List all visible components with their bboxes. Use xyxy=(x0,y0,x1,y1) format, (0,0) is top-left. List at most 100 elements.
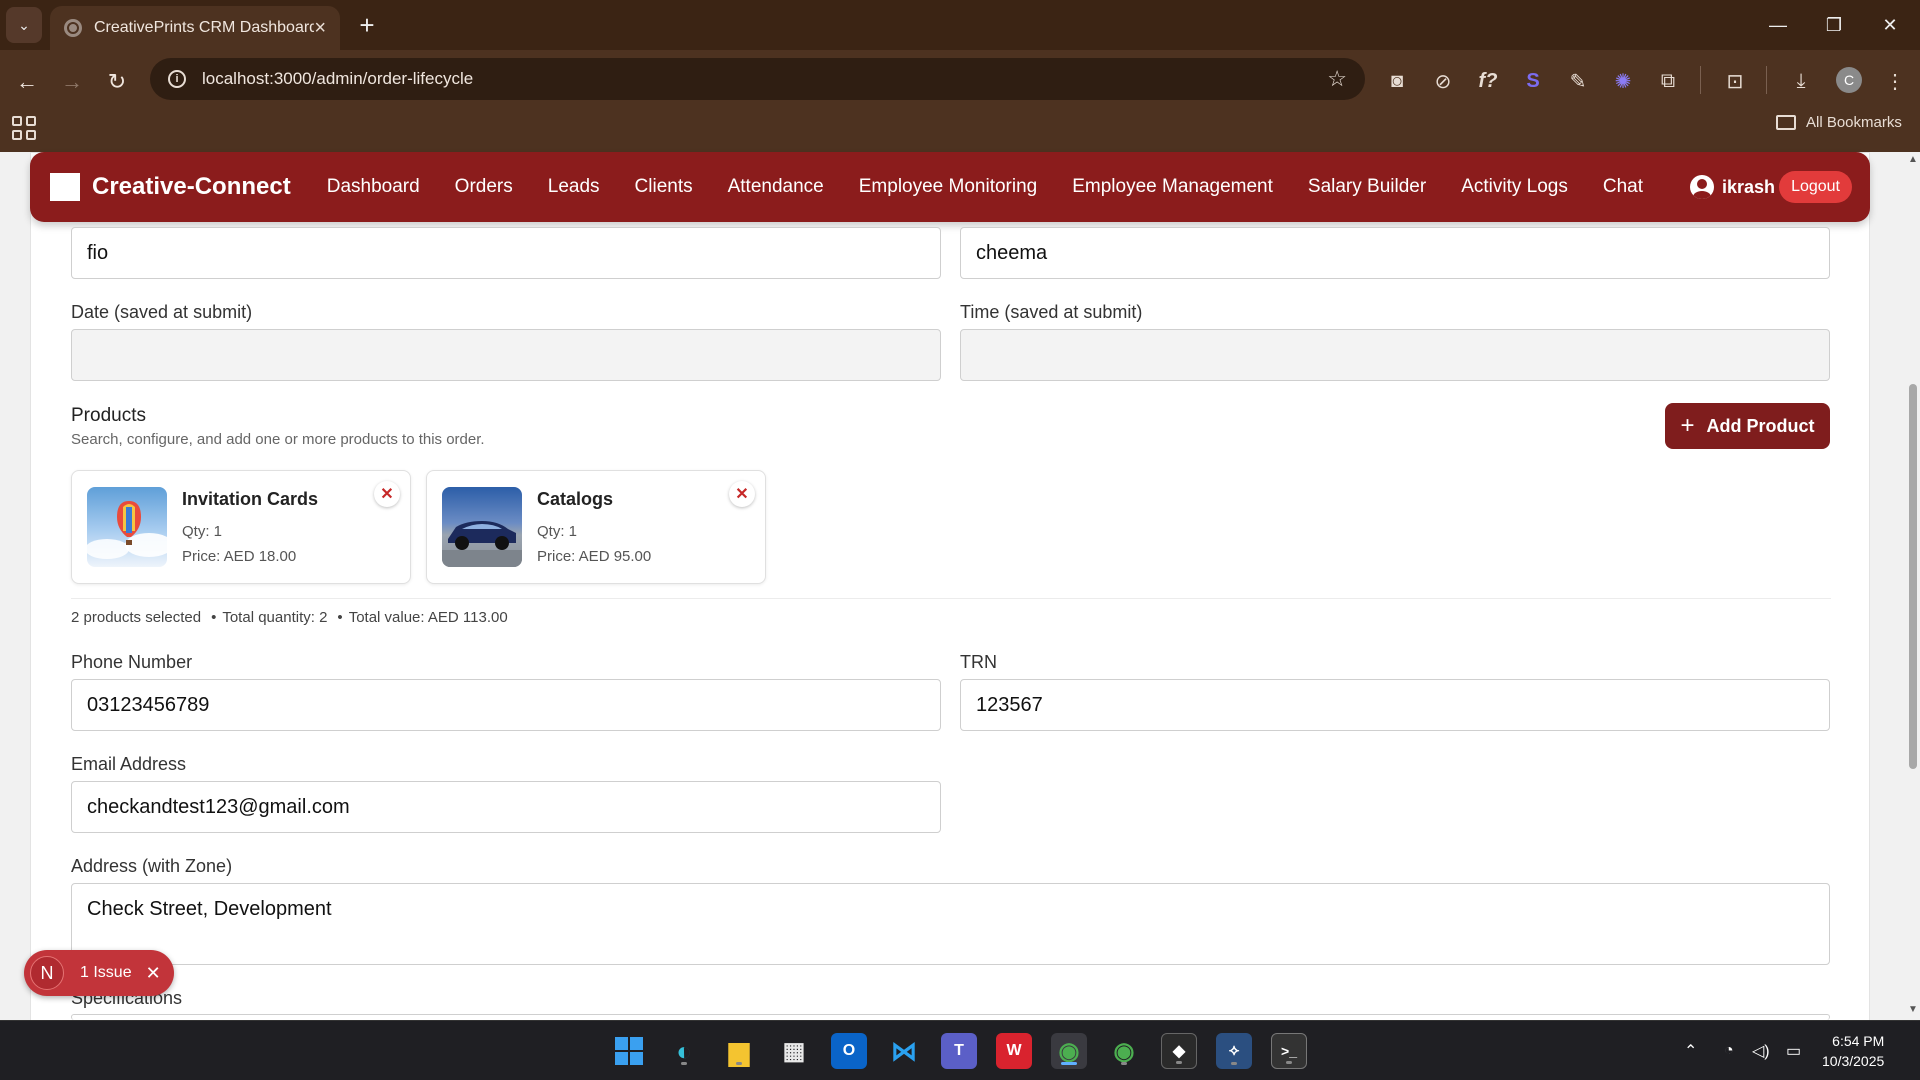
eyedropper-extension-icon[interactable]: ✎ xyxy=(1563,66,1593,96)
scroll-thumb[interactable] xyxy=(1909,384,1917,769)
store-icon[interactable]: ▦ xyxy=(776,1033,812,1069)
mysql-workbench-icon[interactable]: ⟡ xyxy=(1216,1033,1252,1069)
puzzle-extensions-icon[interactable]: ⧉ xyxy=(1653,66,1683,96)
close-tab-icon[interactable]: × xyxy=(314,17,326,40)
start-button[interactable] xyxy=(611,1033,647,1069)
phone-input[interactable]: 03123456789 xyxy=(71,679,941,731)
terminal-icon[interactable]: >_ xyxy=(1271,1033,1307,1069)
file-explorer-icon[interactable]: ▆ xyxy=(721,1033,757,1069)
download-icon[interactable]: ⤓ xyxy=(1786,66,1816,96)
username: ikrash xyxy=(1721,176,1775,197)
address-textarea[interactable]: Check Street, Development xyxy=(71,883,1830,965)
chrome-profile-icon[interactable]: ◉ xyxy=(1106,1033,1142,1069)
screenshot-icon[interactable]: ⊡ xyxy=(1720,66,1750,96)
vscode-icon[interactable]: ⋈ xyxy=(886,1033,922,1069)
trn-input[interactable]: 123567 xyxy=(960,679,1830,731)
nav-link-employee-monitoring[interactable]: Employee Monitoring xyxy=(859,176,1037,198)
browser-toolbar: ← → ↻ i localhost:3000/admin/order-lifec… xyxy=(0,50,1920,158)
wifi-icon[interactable]: ◔ xyxy=(1724,1021,1734,1080)
battery-icon[interactable]: ▭ xyxy=(1786,1021,1801,1080)
address-label: Address (with Zone) xyxy=(71,856,233,876)
formula-extension-icon[interactable]: f? xyxy=(1473,66,1503,96)
scroll-up-arrow[interactable]: ▲ xyxy=(1908,154,1918,165)
nextjs-logo: N xyxy=(30,956,64,990)
restore-button[interactable]: ❐ xyxy=(1812,8,1856,42)
nav-link-employee-management[interactable]: Employee Management xyxy=(1072,176,1273,198)
trn-label: TRN xyxy=(960,652,997,672)
all-bookmarks-button[interactable]: All Bookmarks xyxy=(1776,114,1902,131)
camera-extension-icon[interactable]: ◙ xyxy=(1382,66,1412,96)
issue-badge[interactable]: N 1 Issue ✕ xyxy=(24,950,174,996)
outlook-icon[interactable]: O xyxy=(831,1033,867,1069)
close-window-button[interactable]: ✕ xyxy=(1868,8,1912,42)
globe-icon xyxy=(64,19,82,37)
kebab-menu-icon[interactable]: ⋮ xyxy=(1880,66,1910,96)
back-button[interactable]: ← xyxy=(9,64,45,100)
brand-logo xyxy=(50,173,80,201)
issue-count[interactable]: 1 Issue xyxy=(80,964,132,982)
last-name-input[interactable]: cheema xyxy=(960,227,1830,279)
all-bookmarks-label: All Bookmarks xyxy=(1806,114,1902,131)
edge-icon[interactable]: ◐ xyxy=(666,1033,702,1069)
products-divider xyxy=(71,598,1831,599)
reload-button[interactable]: ↻ xyxy=(99,64,135,100)
logout-button[interactable]: Logout xyxy=(1779,171,1852,203)
product-qty: Qty: 1 xyxy=(182,523,223,540)
compass-extension-icon[interactable]: ⊘ xyxy=(1428,66,1458,96)
add-product-button[interactable]: + Add Product xyxy=(1665,403,1830,449)
show-hidden-icons[interactable]: ⌃ xyxy=(1684,1021,1697,1080)
nav-link-dashboard[interactable]: Dashboard xyxy=(327,176,420,198)
email-input[interactable]: checkandtest123@gmail.com xyxy=(71,781,941,833)
hot-air-balloon-image xyxy=(87,487,167,567)
forward-button[interactable]: → xyxy=(54,64,90,100)
page-scrollbar[interactable]: ▲ ▼ xyxy=(1906,152,1920,1020)
browser-tab[interactable]: CreativePrints CRM Dashboard × xyxy=(50,6,340,50)
cube-app-icon[interactable]: ◆ xyxy=(1161,1033,1197,1069)
products-subtitle: Search, configure, and add one or more p… xyxy=(71,431,485,448)
profile-avatar[interactable]: C xyxy=(1836,67,1862,93)
nav-link-clients[interactable]: Clients xyxy=(635,176,693,198)
new-tab-button[interactable]: + xyxy=(352,10,382,40)
tab-title: CreativePrints CRM Dashboard xyxy=(94,19,315,36)
nav-link-activity-logs[interactable]: Activity Logs xyxy=(1461,176,1568,198)
scroll-down-arrow[interactable]: ▼ xyxy=(1908,1004,1918,1015)
s-extension-icon[interactable]: S xyxy=(1518,66,1548,96)
nav-link-attendance[interactable]: Attendance xyxy=(728,176,824,198)
user-menu[interactable]: ikrash xyxy=(1689,175,1775,199)
clock-date: 10/3/2025 xyxy=(1822,1053,1885,1069)
product-price: Price: AED 95.00 xyxy=(537,548,652,565)
gear-extension-icon[interactable]: ✺ xyxy=(1608,66,1638,96)
teams-icon[interactable]: T xyxy=(941,1033,977,1069)
tab-search-button[interactable]: ⌄ xyxy=(6,7,42,43)
product-card: Invitation Cards Qty: 1 Price: AED 18.00… xyxy=(71,470,411,584)
minimize-button[interactable]: — xyxy=(1756,8,1800,42)
time-input xyxy=(960,329,1830,381)
chrome-icon[interactable]: ◉ xyxy=(1051,1033,1087,1069)
product-name: Catalogs xyxy=(537,489,614,509)
volume-icon[interactable]: ◁) xyxy=(1752,1021,1770,1080)
product-card: Catalogs Qty: 1 Price: AED 95.00 ✕ xyxy=(426,470,766,584)
close-icon[interactable]: ✕ xyxy=(146,963,161,984)
user-icon xyxy=(1689,175,1714,199)
toolbar-separator xyxy=(1700,66,1701,94)
address-bar[interactable]: i localhost:3000/admin/order-lifecycle ☆ xyxy=(150,58,1365,100)
nav-link-leads[interactable]: Leads xyxy=(548,176,600,198)
first-name-input[interactable]: fio xyxy=(71,227,941,279)
brand[interactable]: Creative-Connect xyxy=(50,173,291,201)
summary-quantity: Total quantity: 2 xyxy=(201,609,327,626)
remove-product-button[interactable]: ✕ xyxy=(374,481,400,507)
remove-product-button[interactable]: ✕ xyxy=(729,481,755,507)
wps-icon[interactable]: W xyxy=(996,1033,1032,1069)
nav-link-orders[interactable]: Orders xyxy=(455,176,513,198)
system-clock[interactable]: 6:54 PM 10/3/2025 xyxy=(1822,1031,1884,1071)
time-label: Time (saved at submit) xyxy=(960,302,1143,322)
nav-link-chat[interactable]: Chat xyxy=(1603,176,1643,198)
car-image xyxy=(442,487,522,567)
apps-grid-icon[interactable] xyxy=(12,116,36,140)
brand-name: Creative-Connect xyxy=(92,173,291,200)
nav-link-salary-builder[interactable]: Salary Builder xyxy=(1308,176,1426,198)
email-label: Email Address xyxy=(71,754,187,774)
site-info-icon[interactable]: i xyxy=(168,70,186,88)
bookmark-star-icon[interactable]: ☆ xyxy=(1327,66,1347,92)
nav-links: Dashboard Orders Leads Clients Attendanc… xyxy=(327,176,1678,198)
